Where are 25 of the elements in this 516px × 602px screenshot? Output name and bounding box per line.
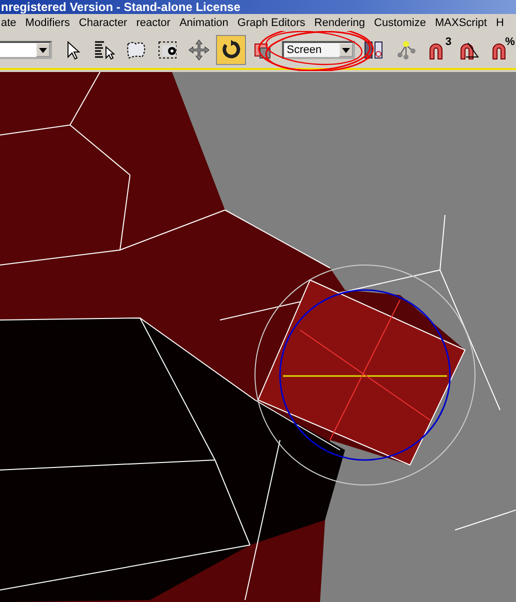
snap-tool-button[interactable]: 3 [422, 35, 452, 65]
dropdown-arrow-icon [38, 48, 47, 52]
menu-item[interactable]: Character [78, 17, 128, 29]
menu-item[interactable]: Rendering [314, 17, 366, 29]
menu-item[interactable]: MAXScript [435, 17, 487, 29]
window-crossing-icon [156, 39, 179, 61]
selection-filter-dropdown[interactable] [0, 41, 52, 59]
menu-item[interactable]: Graph Editors [237, 17, 306, 29]
menu-item[interactable]: Modifiers [25, 17, 70, 29]
menu-item[interactable]: reactor [136, 17, 170, 29]
menu-item[interactable]: Animation [179, 17, 228, 29]
coordinate-system-dropdown[interactable]: Screen [282, 41, 356, 59]
percent-snap-tool-button[interactable]: % [486, 35, 516, 65]
menu-item[interactable]: ate [1, 17, 16, 29]
menu-item[interactable]: H [496, 17, 504, 29]
link-icon [394, 39, 417, 61]
rotate-icon [220, 39, 242, 61]
dropdown-arrow-icon [342, 48, 350, 52]
rotate-tool-button[interactable] [216, 35, 246, 65]
move-icon [188, 39, 210, 61]
select-by-name-icon [93, 39, 116, 61]
window-title: nregistered Version - Stand-alone License [1, 0, 240, 14]
lasso-icon [124, 39, 147, 61]
menu-item[interactable]: Customize [374, 17, 426, 29]
pivot-icon [363, 39, 386, 61]
